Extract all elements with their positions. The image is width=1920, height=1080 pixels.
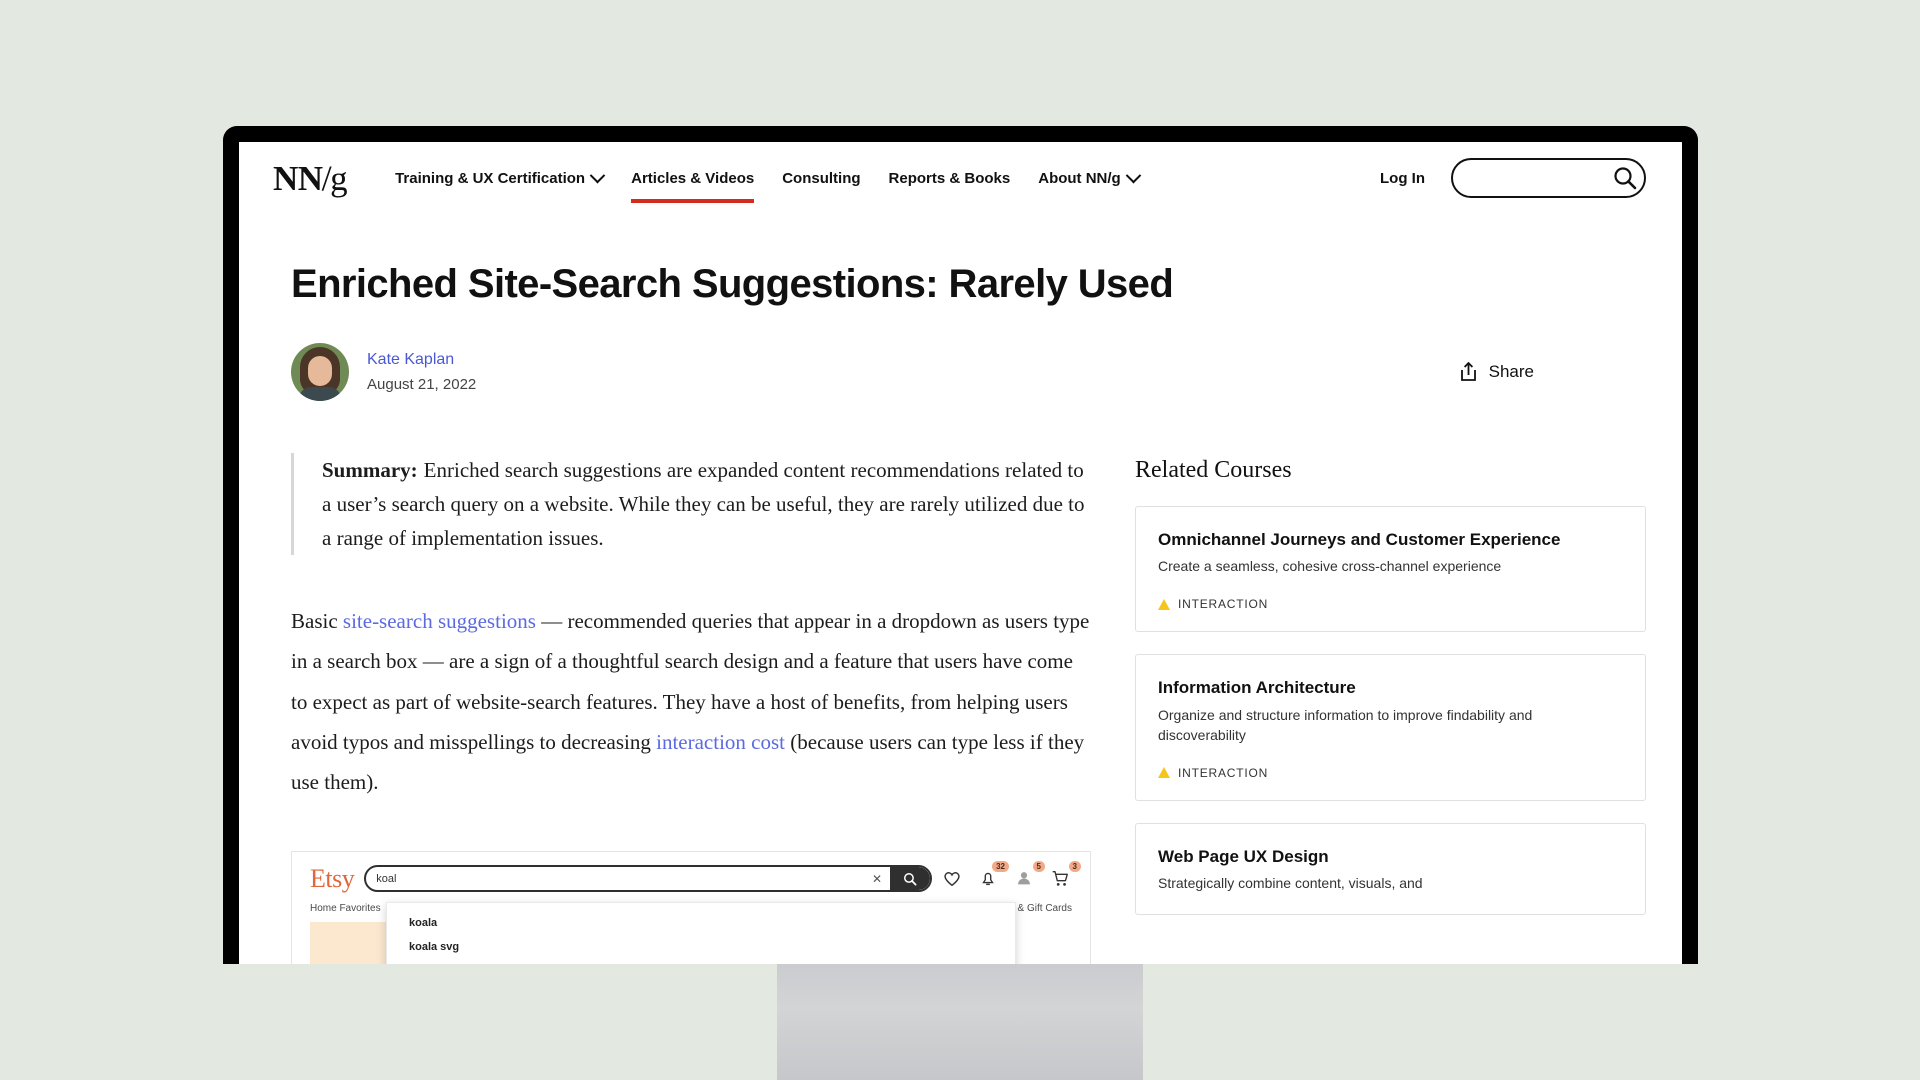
course-tag: INTERACTION (1158, 766, 1623, 780)
etsy-search-value: koal (376, 872, 397, 885)
bell-badge: 32 (992, 860, 1009, 873)
monitor-bezel: NN/g Training & UX Certification Article… (223, 126, 1698, 964)
nav-item-consulting[interactable]: Consulting (782, 142, 860, 214)
course-tag: INTERACTION (1158, 597, 1623, 611)
account-icon[interactable]: 5 (1014, 860, 1045, 890)
summary-label: Summary: (322, 458, 418, 482)
header-right: Log In (1380, 158, 1646, 198)
course-description: Organize and structure information to im… (1158, 706, 1533, 743)
sidebar-title: Related Courses (1135, 457, 1292, 483)
article-wrapper: Enriched Site-Search Suggestions: Rarely… (239, 262, 1682, 964)
author-link[interactable]: Kate Kaplan (367, 348, 476, 371)
course-tag-label: INTERACTION (1178, 597, 1269, 612)
course-description: Create a seamless, cohesive cross-channe… (1158, 558, 1502, 575)
share-label: Share (1488, 362, 1534, 381)
related-courses-sidebar: Related Courses Omnichannel Journeys and… (1135, 453, 1646, 964)
body-paragraph: Basic site-search suggestions — recommen… (291, 601, 1091, 803)
bell-icon[interactable]: 32 (978, 860, 1009, 890)
nav-label-about: About NN/g (1038, 169, 1121, 187)
avatar (291, 343, 349, 401)
etsy-suggestions-dropdown: koala koala svg koala bear (386, 901, 1016, 964)
course-description: Strategically combine content, visuals, … (1158, 874, 1423, 891)
suggestion-item[interactable]: koala bear (387, 959, 1015, 964)
chevron-down-icon (589, 167, 606, 183)
link-interaction-cost[interactable]: interaction cost (656, 730, 785, 754)
course-name: Information Architecture (1158, 678, 1356, 698)
nav-label-articles: Articles & Videos (631, 169, 755, 187)
nav-label-reports: Reports & Books (888, 169, 1011, 187)
suggestion-item[interactable]: koala (387, 911, 1015, 935)
byline-text: Kate Kaplan August 21, 2022 (367, 348, 476, 396)
cart-badge: 3 (1068, 860, 1081, 873)
main-column: Summary: Enriched search suggestions are … (291, 453, 1091, 964)
share-button[interactable]: Share (1458, 361, 1534, 383)
main-navigation: Training & UX Certification Articles & V… (395, 142, 1141, 214)
page-title: Enriched Site-Search Suggestions: Rarely… (291, 262, 1174, 306)
triangle-icon (1158, 767, 1170, 778)
summary-text: Enriched search suggestions are expanded… (322, 458, 1085, 551)
etsy-subnav-item-0[interactable]: Home Favorites (310, 903, 381, 914)
etsy-search-box[interactable]: koal ✕ (364, 865, 932, 893)
etsy-logo: Etsy (310, 863, 355, 893)
logo-g: g (330, 159, 348, 198)
course-card[interactable]: Web Page UX Design Strategically combine… (1135, 822, 1646, 915)
nav-item-articles[interactable]: Articles & Videos (631, 142, 755, 214)
link-site-search-suggestions[interactable]: site-search suggestions (343, 609, 536, 633)
nav-item-training[interactable]: Training & UX Certification (395, 142, 606, 214)
cart-icon[interactable]: 3 (1050, 860, 1081, 890)
etsy-icon-group: 32 5 3 (942, 860, 1081, 890)
heart-icon[interactable] (942, 868, 964, 890)
suggestion-item[interactable]: koala svg (387, 935, 1015, 959)
monitor-stand (777, 960, 1143, 1080)
content-columns: Summary: Enriched search suggestions are … (273, 453, 1646, 964)
share-icon (1460, 362, 1476, 381)
browser-viewport: NN/g Training & UX Certification Article… (239, 142, 1682, 964)
nav-label-training: Training & UX Certification (395, 169, 586, 187)
search-icon[interactable] (890, 867, 930, 891)
close-icon[interactable]: ✕ (864, 872, 890, 886)
chevron-down-icon (1125, 167, 1141, 183)
triangle-icon (1158, 598, 1170, 610)
course-name: Omnichannel Journeys and Customer Experi… (1158, 530, 1561, 549)
nav-label-consulting: Consulting (782, 169, 861, 187)
nav-item-about[interactable]: About NN/g (1038, 142, 1141, 214)
site-search[interactable] (1451, 158, 1646, 198)
login-link[interactable]: Log In (1380, 170, 1425, 187)
byline: Kate Kaplan August 21, 2022 Share (291, 343, 1646, 401)
logo-nn: NN (273, 159, 323, 198)
search-input[interactable] (1467, 170, 1610, 186)
nav-item-reports[interactable]: Reports & Books (889, 142, 1011, 214)
etsy-screenshot-figure: Etsy koal ✕ 32 5 3 Home Favorites Gifts … (291, 850, 1091, 964)
publish-date: August 21, 2022 (367, 376, 477, 394)
course-card[interactable]: Omnichannel Journeys and Customer Experi… (1135, 506, 1646, 633)
search-icon[interactable] (1610, 163, 1640, 193)
course-tag-label: INTERACTION (1178, 765, 1269, 780)
site-header: NN/g Training & UX Certification Article… (239, 142, 1682, 214)
course-name: Web Page UX Design (1158, 846, 1329, 866)
nng-logo[interactable]: NN/g (273, 159, 348, 198)
course-card[interactable]: Information Architecture Organize and st… (1135, 654, 1646, 801)
summary-block: Summary: Enriched search suggestions are … (291, 453, 1091, 556)
body-text-1: Basic (291, 609, 343, 634)
etsy-header: Etsy koal ✕ 32 5 3 (292, 852, 1090, 894)
account-badge: 5 (1032, 860, 1045, 873)
